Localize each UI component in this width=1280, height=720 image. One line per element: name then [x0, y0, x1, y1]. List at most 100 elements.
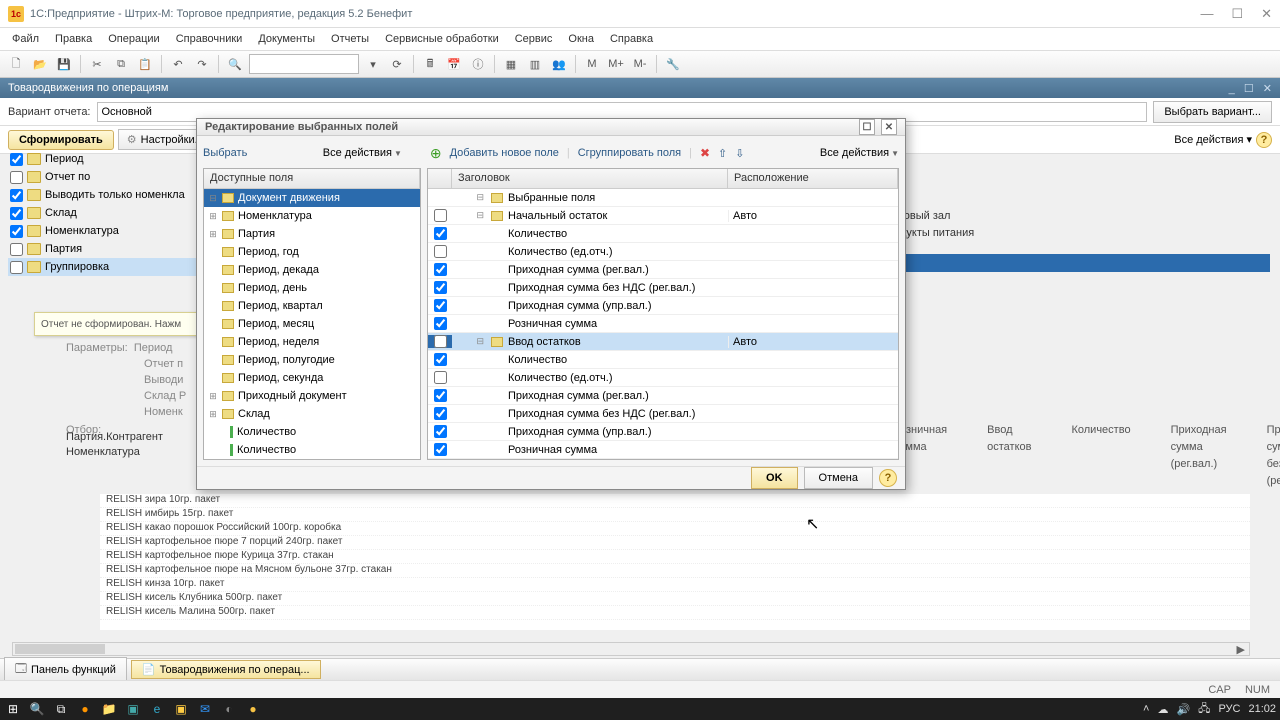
close-icon[interactable]: ✕	[1261, 6, 1272, 22]
filter-checkbox[interactable]	[10, 261, 23, 274]
all-actions-right[interactable]: Все действия▼	[820, 147, 899, 159]
menu-edit[interactable]: Правка	[49, 31, 98, 47]
paste-icon[interactable]: 📋	[135, 54, 155, 74]
move-up-icon[interactable]: ⇧	[718, 147, 727, 160]
field-checkbox[interactable]	[434, 443, 447, 456]
selected-field-row[interactable]: Количество	[428, 351, 898, 369]
menu-reports[interactable]: Отчеты	[325, 31, 375, 47]
search-icon[interactable]: 🔍	[225, 54, 245, 74]
tab-report[interactable]: 📄Товародвижения по операц...	[131, 660, 321, 679]
dialog-close-icon[interactable]: ✕	[881, 119, 897, 135]
available-field-row[interactable]: Количество	[204, 423, 420, 441]
available-field-row[interactable]: Период, месяц	[204, 315, 420, 333]
expand-icon[interactable]: ⊟	[452, 336, 488, 347]
app3-icon[interactable]: ◐	[220, 700, 238, 718]
field-checkbox[interactable]	[434, 335, 447, 348]
expand-icon[interactable]: ⊞	[208, 391, 218, 402]
doc-min-icon[interactable]: _	[1229, 83, 1235, 95]
available-field-row[interactable]: Период, неделя	[204, 333, 420, 351]
field-checkbox[interactable]	[434, 245, 447, 258]
filter-row[interactable]: Выводить только номенкла	[8, 186, 196, 204]
all-actions-dropdown[interactable]: Все действия ▾	[1174, 133, 1252, 146]
selected-field-row[interactable]: Приходная сумма (упр.вал.)	[428, 423, 898, 441]
selected-field-row[interactable]: Розничная сумма	[428, 315, 898, 333]
app1-icon[interactable]: ▣	[124, 700, 142, 718]
available-field-row[interactable]: Период, декада	[204, 261, 420, 279]
filter-row[interactable]: Группировка	[8, 258, 196, 276]
expand-icon[interactable]: ⊟	[208, 193, 218, 204]
field-checkbox[interactable]	[434, 281, 447, 294]
doc-max-icon[interactable]: ☐	[1244, 83, 1254, 95]
new-icon[interactable]: 🗋	[6, 54, 26, 74]
filter-row[interactable]: Отчет по	[8, 168, 196, 186]
selected-field-row[interactable]: ⊟Ввод остатковАвто	[428, 333, 898, 351]
field-checkbox[interactable]	[434, 317, 447, 330]
move-down-icon[interactable]: ⇩	[735, 147, 744, 160]
add-field-link[interactable]: Добавить новое поле	[450, 147, 559, 159]
list-item[interactable]: RELISH имбирь 15гр. пакет	[100, 508, 1250, 522]
filter-row[interactable]: Склад	[8, 204, 196, 222]
tab-functions-panel[interactable]: 🗔Панель функций	[4, 657, 127, 682]
selected-field-row[interactable]: Розничная сумма	[428, 441, 898, 459]
menu-documents[interactable]: Документы	[252, 31, 321, 47]
expand-icon[interactable]: ⊟	[452, 210, 488, 221]
filter-checkbox[interactable]	[10, 189, 23, 202]
maximize-icon[interactable]: ☐	[1231, 6, 1243, 22]
selected-field-row[interactable]: Приходная сумма без НДС (рег.вал.)	[428, 405, 898, 423]
field-checkbox[interactable]	[434, 425, 447, 438]
available-field-row[interactable]: ⊞Номенклатура	[204, 207, 420, 225]
copy-icon[interactable]: ⧉	[111, 54, 131, 74]
calc-icon[interactable]: 🖩	[420, 54, 440, 74]
calendar-icon[interactable]: 📅	[444, 54, 464, 74]
field-checkbox[interactable]	[434, 263, 447, 276]
tray-onedrive-icon[interactable]: ☁	[1157, 703, 1168, 716]
available-field-row[interactable]: ⊞Склад	[204, 405, 420, 423]
field-checkbox[interactable]	[434, 299, 447, 312]
available-field-row[interactable]: ⊟Документ движения	[204, 189, 420, 207]
field-checkbox[interactable]	[434, 227, 447, 240]
expand-icon[interactable]: ⊞	[208, 409, 218, 420]
dialog-restore-icon[interactable]: ☐	[859, 119, 875, 135]
selected-field-row[interactable]: Приходная сумма (упр.вал.)	[428, 297, 898, 315]
dialog-help-icon[interactable]: ?	[879, 469, 897, 487]
edge-icon[interactable]: e	[148, 700, 166, 718]
menu-service[interactable]: Сервис	[509, 31, 559, 47]
choose-link[interactable]: Выбрать	[203, 147, 247, 159]
field-checkbox[interactable]	[434, 407, 447, 420]
users-icon[interactable]: 👥	[549, 54, 569, 74]
expand-icon[interactable]: ⊞	[208, 229, 218, 240]
filter-checkbox[interactable]	[10, 207, 23, 220]
tray-network-icon[interactable]: 🖧	[1198, 700, 1210, 719]
selected-field-row[interactable]: Количество (ед.отч.)	[428, 369, 898, 387]
doc-close-icon[interactable]: ✕	[1263, 83, 1272, 95]
available-field-row[interactable]: Период, день	[204, 279, 420, 297]
menu-operations[interactable]: Операции	[102, 31, 165, 47]
all-actions-left[interactable]: Все действия▼	[323, 147, 402, 159]
menu-catalogs[interactable]: Справочники	[170, 31, 249, 47]
list-item[interactable]: RELISH картофельное пюре 7 порций 240гр.…	[100, 536, 1250, 550]
minimize-icon[interactable]: —	[1200, 6, 1213, 22]
info-icon[interactable]: ⓘ	[468, 54, 488, 74]
selected-field-row[interactable]: Количество (ед.отч.)	[428, 243, 898, 261]
selected-field-row[interactable]: ⊟Начальный остатокАвто	[428, 207, 898, 225]
table-icon[interactable]: ▦	[501, 54, 521, 74]
m-minus-button[interactable]: M-	[630, 54, 650, 74]
available-field-row[interactable]: Количество	[204, 441, 420, 459]
refresh-icon[interactable]: ⟳	[387, 54, 407, 74]
selected-field-row[interactable]: Приходная сумма (рег.вал.)	[428, 387, 898, 405]
ok-button[interactable]: OK	[751, 467, 798, 489]
list-item[interactable]: RELISH картофельное пюре на Мясном бульо…	[100, 564, 1250, 578]
menu-service-proc[interactable]: Сервисные обработки	[379, 31, 505, 47]
help-icon[interactable]: ?	[1256, 132, 1272, 148]
list-item[interactable]: RELISH картофельное пюре Курица 37гр. ст…	[100, 550, 1250, 564]
filter-checkbox[interactable]	[10, 171, 23, 184]
selected-root-row[interactable]: ⊟ Выбранные поля	[428, 189, 898, 207]
scroll-thumb[interactable]	[15, 644, 105, 654]
list-item[interactable]: RELISH кинза 10гр. пакет	[100, 578, 1250, 592]
m-plus-button[interactable]: M+	[606, 54, 626, 74]
explorer-icon[interactable]: 📁	[100, 700, 118, 718]
dropdown-icon[interactable]: ▾	[363, 54, 383, 74]
search-taskbar-icon[interactable]: 🔍	[28, 700, 46, 718]
outlook-icon[interactable]: ✉	[196, 700, 214, 718]
available-field-row[interactable]: Период, секунда	[204, 369, 420, 387]
